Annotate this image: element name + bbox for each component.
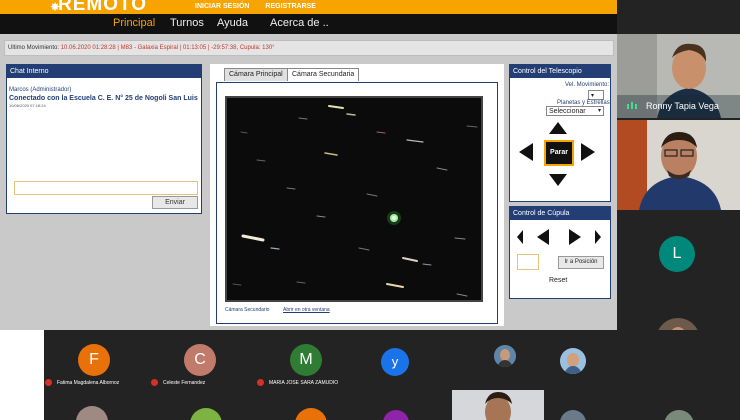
participant-name-2: Celeste Fernandez	[163, 380, 206, 386]
tab-camara-secundaria[interactable]: Cámara Secundaria	[287, 68, 360, 81]
telescope-title: Control del Telescopio	[510, 65, 610, 78]
participant-avatar-c[interactable]: C	[184, 344, 216, 376]
arrow-right-icon[interactable]	[581, 143, 595, 161]
arrow-left-icon[interactable]	[519, 143, 533, 161]
participant-avatar-m[interactable]: M	[290, 344, 322, 376]
participant-avatar-y[interactable]: y	[381, 348, 409, 376]
stop-button[interactable]: Parar	[544, 140, 574, 166]
chat-input[interactable]	[14, 181, 198, 195]
dome-title: Control de Cúpula	[510, 207, 610, 220]
status-bar: Ultimo Movimiento: 10.06.2020 01:28:28 |…	[4, 40, 614, 56]
login-link[interactable]: INICIAR SESIÓN	[195, 3, 249, 10]
arrow-down-icon[interactable]	[549, 174, 567, 186]
mic-off-icon	[151, 379, 158, 386]
main-nav: Principal Turnos Ayuda Acerca de ..	[0, 14, 617, 34]
dome-panel: Control de Cúpula	[509, 206, 611, 299]
dome-left-small-icon[interactable]	[517, 230, 523, 244]
dome-rotation-controls	[517, 229, 601, 245]
chevron-down-icon: ▾	[597, 108, 601, 114]
star-field	[227, 98, 481, 300]
participant-name-3: MARIA JOSE SARA ZAMUDIO	[269, 380, 339, 386]
chat-timestamp: 10/06/2020 07:18:24	[9, 103, 46, 108]
audio-level-icon	[627, 102, 637, 109]
camera-caption: Cámara Secundario	[225, 307, 270, 313]
dome-left-icon[interactable]	[537, 229, 549, 245]
dome-right-icon[interactable]	[569, 229, 581, 245]
goto-position-button[interactable]: Ir a Posición	[558, 256, 604, 269]
meeting-window: ✸ REMOTO INICIAR SESIÓN REGISTRARSE Prin…	[0, 0, 740, 420]
chat-sender: Marcos (Administrador)	[9, 87, 72, 93]
send-button[interactable]: Enviar	[152, 196, 198, 209]
video-tile-name: Ronny Tapia Vega	[646, 101, 719, 111]
speed-select[interactable]: ▾	[588, 90, 604, 100]
auth-links: INICIAR SESIÓN REGISTRARSE	[195, 3, 330, 10]
chevron-down-icon: ▾	[591, 93, 595, 99]
participant-video	[452, 390, 544, 420]
video-tile-2[interactable]	[617, 120, 740, 210]
participant-avatar-l[interactable]: L	[659, 236, 695, 272]
status-label: Ultimo Movimiento:	[8, 45, 61, 51]
participant-avatar-f[interactable]: F	[78, 344, 110, 376]
participant-grid	[0, 330, 740, 420]
tab-camara-principal[interactable]: Cámara Principal	[224, 68, 288, 81]
camera-image	[225, 96, 483, 302]
video-tile-3[interactable]	[452, 390, 544, 420]
nav-turnos[interactable]: Turnos	[170, 17, 204, 29]
dome-position-field[interactable]	[517, 254, 539, 270]
shared-screen: ✸ REMOTO INICIAR SESIÓN REGISTRARSE Prin…	[0, 0, 617, 330]
arrow-up-icon[interactable]	[549, 122, 567, 134]
status-value: 10.06.2020 01:28:28 | M83 - Galaxia Espi…	[60, 45, 275, 51]
participant-photo-avatar[interactable]	[560, 348, 586, 374]
profile-photo	[494, 345, 516, 367]
mic-off-icon	[45, 379, 52, 386]
participant-photo-avatar[interactable]	[494, 345, 516, 367]
participant-video	[617, 120, 740, 210]
speed-label: Vel. Movimiento:	[565, 82, 610, 88]
planets-select[interactable]: Seleccionar ▾	[546, 106, 604, 116]
nav-principal[interactable]: Principal	[113, 17, 155, 29]
chat-title: Chat Interno	[7, 65, 201, 78]
planets-select-value: Seleccionar	[549, 108, 586, 115]
mic-off-icon	[257, 379, 264, 386]
nav-ayuda[interactable]: Ayuda	[217, 17, 248, 29]
grid-margin	[0, 330, 44, 420]
open-new-window-link[interactable]: Abrir en otra ventana	[283, 307, 330, 313]
profile-photo	[560, 348, 586, 374]
register-link[interactable]: REGISTRARSE	[265, 3, 316, 10]
participant-name-1: Fatima Magdalena Albornoz	[57, 380, 120, 386]
chat-message: Conectado con la Escuela C. E. N° 25 de …	[9, 95, 198, 102]
nav-acerca[interactable]: Acerca de ..	[270, 17, 329, 29]
reset-button[interactable]: Reset	[549, 277, 567, 284]
dome-right-small-icon[interactable]	[595, 230, 601, 244]
